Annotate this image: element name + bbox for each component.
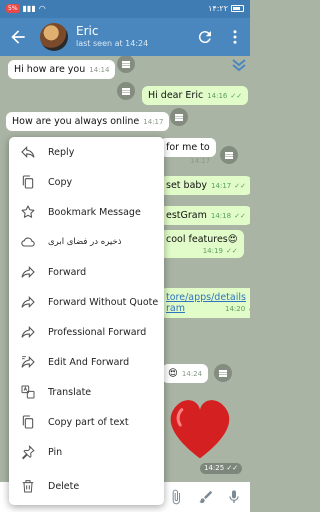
- edit-icon[interactable]: [117, 82, 135, 100]
- microphone-icon[interactable]: [226, 489, 242, 505]
- menu-item-save-to-cloud[interactable]: ذخیره در فضای ابری: [9, 227, 164, 257]
- message-bubble[interactable]: 😍 14:24: [162, 364, 209, 383]
- message-bubble[interactable]: set baby 14:17 ✓✓: [160, 176, 250, 195]
- context-menu: Reply Copy Bookmark Message ذخیره در فضا…: [9, 137, 164, 505]
- menu-item-reply[interactable]: Reply: [9, 137, 164, 167]
- menu-item-pin[interactable]: Pin: [9, 437, 164, 467]
- cloud-icon: [21, 237, 35, 247]
- menu-item-forward-without-quote[interactable]: Forward Without Quote: [9, 287, 164, 317]
- forward-icon: [21, 266, 35, 278]
- wifi-icon: ◠: [38, 4, 46, 13]
- message-bubble[interactable]: for me to: [160, 138, 216, 157]
- contact-name[interactable]: Eric: [76, 24, 98, 38]
- forward-icon: [21, 326, 35, 338]
- sticker-time: 14:25 ✓✓: [200, 463, 243, 474]
- heart-sticker[interactable]: [162, 390, 238, 466]
- message-bubble[interactable]: Hi how are you 14:14: [8, 60, 116, 79]
- trash-icon: [22, 480, 34, 493]
- menu-item-bookmark[interactable]: Bookmark Message: [9, 197, 164, 227]
- edit-forward-icon: [21, 356, 35, 368]
- copy-icon: [22, 175, 34, 189]
- menu-item-edit-and-forward[interactable]: Edit And Forward: [9, 347, 164, 377]
- menu-item-copy-part-of-text[interactable]: Copy part of text: [9, 407, 164, 437]
- share-button[interactable]: [117, 56, 135, 73]
- copy-icon: [22, 415, 34, 429]
- attach-icon[interactable]: [168, 489, 184, 505]
- message-bubble[interactable]: cool features😍 14:19 ✓✓: [160, 230, 244, 258]
- status-bar: 5% ▮▮▮ ◠ ۱۴:۲۲: [0, 0, 250, 18]
- back-arrow-icon[interactable]: [8, 27, 28, 47]
- message-bubble[interactable]: estGram 14:18 ✓✓: [160, 206, 250, 225]
- share-button[interactable]: [214, 364, 232, 382]
- share-button[interactable]: [170, 108, 188, 126]
- more-options-icon[interactable]: [226, 28, 244, 46]
- battery-icon: [231, 5, 244, 12]
- forward-icon: [21, 296, 35, 308]
- share-button[interactable]: [220, 146, 238, 164]
- menu-item-copy[interactable]: Copy: [9, 167, 164, 197]
- reply-icon: [21, 146, 35, 158]
- menu-item-delete[interactable]: Delete: [9, 471, 164, 501]
- message-bubble[interactable]: Hi dear Eric 14:16 ✓✓: [142, 86, 249, 105]
- menu-item-translate[interactable]: Translate: [9, 377, 164, 407]
- battery-saver-badge: 5%: [6, 4, 20, 13]
- avatar[interactable]: [40, 23, 68, 51]
- chat-header: Eric last seen at 14:24: [0, 18, 250, 56]
- link-message-bubble[interactable]: tore/apps/details ram14:20 ✓✓: [160, 288, 250, 318]
- signal-icon: ▮▮▮: [22, 4, 36, 13]
- menu-item-forward[interactable]: Forward: [9, 257, 164, 287]
- menu-item-professional-forward[interactable]: Professional Forward: [9, 317, 164, 347]
- chevron-down-icon[interactable]: [231, 58, 247, 72]
- refresh-icon[interactable]: [196, 28, 214, 46]
- message-bubble-selected[interactable]: How are you always online 14:17: [6, 112, 170, 131]
- star-icon: [21, 205, 35, 218]
- message-time: 14:17: [190, 157, 211, 165]
- brush-icon[interactable]: [198, 489, 214, 505]
- last-seen: last seen at 14:24: [76, 39, 149, 48]
- pin-icon: [22, 445, 35, 460]
- clock: ۱۴:۲۲: [208, 4, 228, 13]
- translate-icon: [21, 385, 35, 399]
